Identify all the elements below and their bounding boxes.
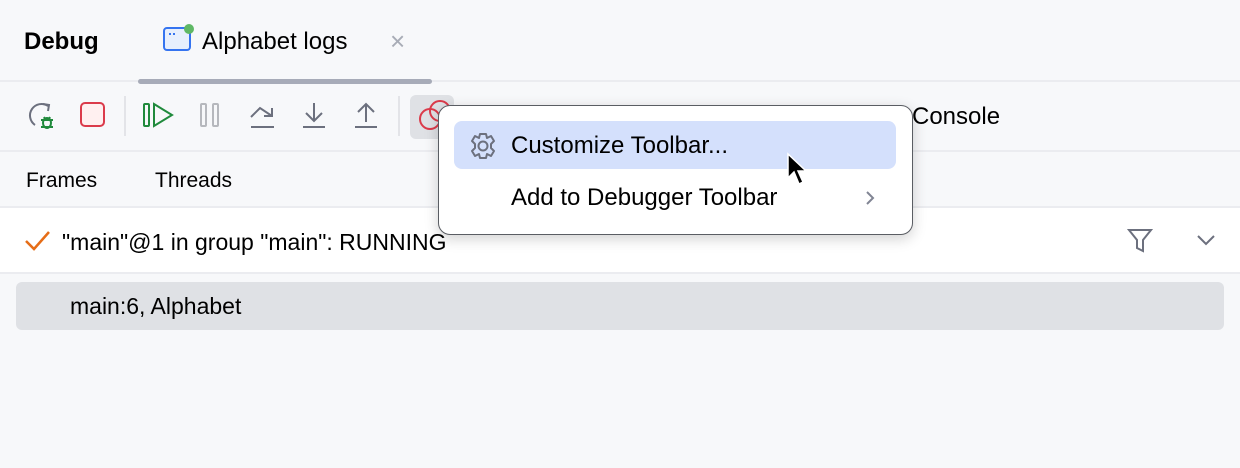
step-out-icon[interactable]: [352, 100, 382, 130]
step-over-icon[interactable]: [248, 100, 278, 130]
context-menu: Customize Toolbar... Add to Debugger Too…: [438, 105, 913, 235]
tab-label: Alphabet logs: [202, 28, 348, 55]
tab-alphabet-logs[interactable]: Alphabet logs ×: [138, 0, 432, 84]
mouse-cursor-icon: [787, 152, 808, 186]
app-window-icon: [163, 24, 194, 51]
pause-icon[interactable]: [198, 100, 224, 130]
rerun-debug-icon[interactable]: [26, 100, 58, 132]
resume-icon[interactable]: [142, 100, 176, 130]
frame-label: main:6, Alphabet: [70, 293, 242, 319]
menu-item-customize-toolbar[interactable]: Customize Toolbar...: [454, 121, 896, 169]
toolbar-separator: [398, 96, 400, 136]
close-tab-icon[interactable]: ×: [390, 26, 405, 57]
step-into-icon[interactable]: [300, 100, 330, 130]
menu-item-add-to-debugger-toolbar[interactable]: Add to Debugger Toolbar: [454, 173, 896, 221]
filter-icon[interactable]: [1126, 226, 1154, 254]
chevron-right-icon: [866, 191, 875, 205]
chevron-down-icon[interactable]: [1194, 230, 1218, 250]
tab-threads[interactable]: Threads: [155, 169, 232, 193]
stop-icon[interactable]: [78, 100, 108, 130]
running-check-icon: [25, 231, 50, 251]
menu-item-label: Add to Debugger Toolbar: [511, 184, 778, 211]
menu-item-label: Customize Toolbar...: [511, 132, 728, 159]
thread-label: "main"@1 in group "main": RUNNING: [62, 229, 447, 255]
toolbar-separator: [124, 96, 126, 136]
tool-window-title: Debug: [24, 28, 99, 55]
console-tab[interactable]: Console: [912, 103, 1000, 131]
frame-list-item[interactable]: main:6, Alphabet: [16, 282, 1224, 330]
tool-window-header: Debug Alphabet logs ×: [0, 0, 1240, 84]
gear-icon: [471, 133, 495, 159]
tab-frames[interactable]: Frames: [26, 169, 97, 193]
